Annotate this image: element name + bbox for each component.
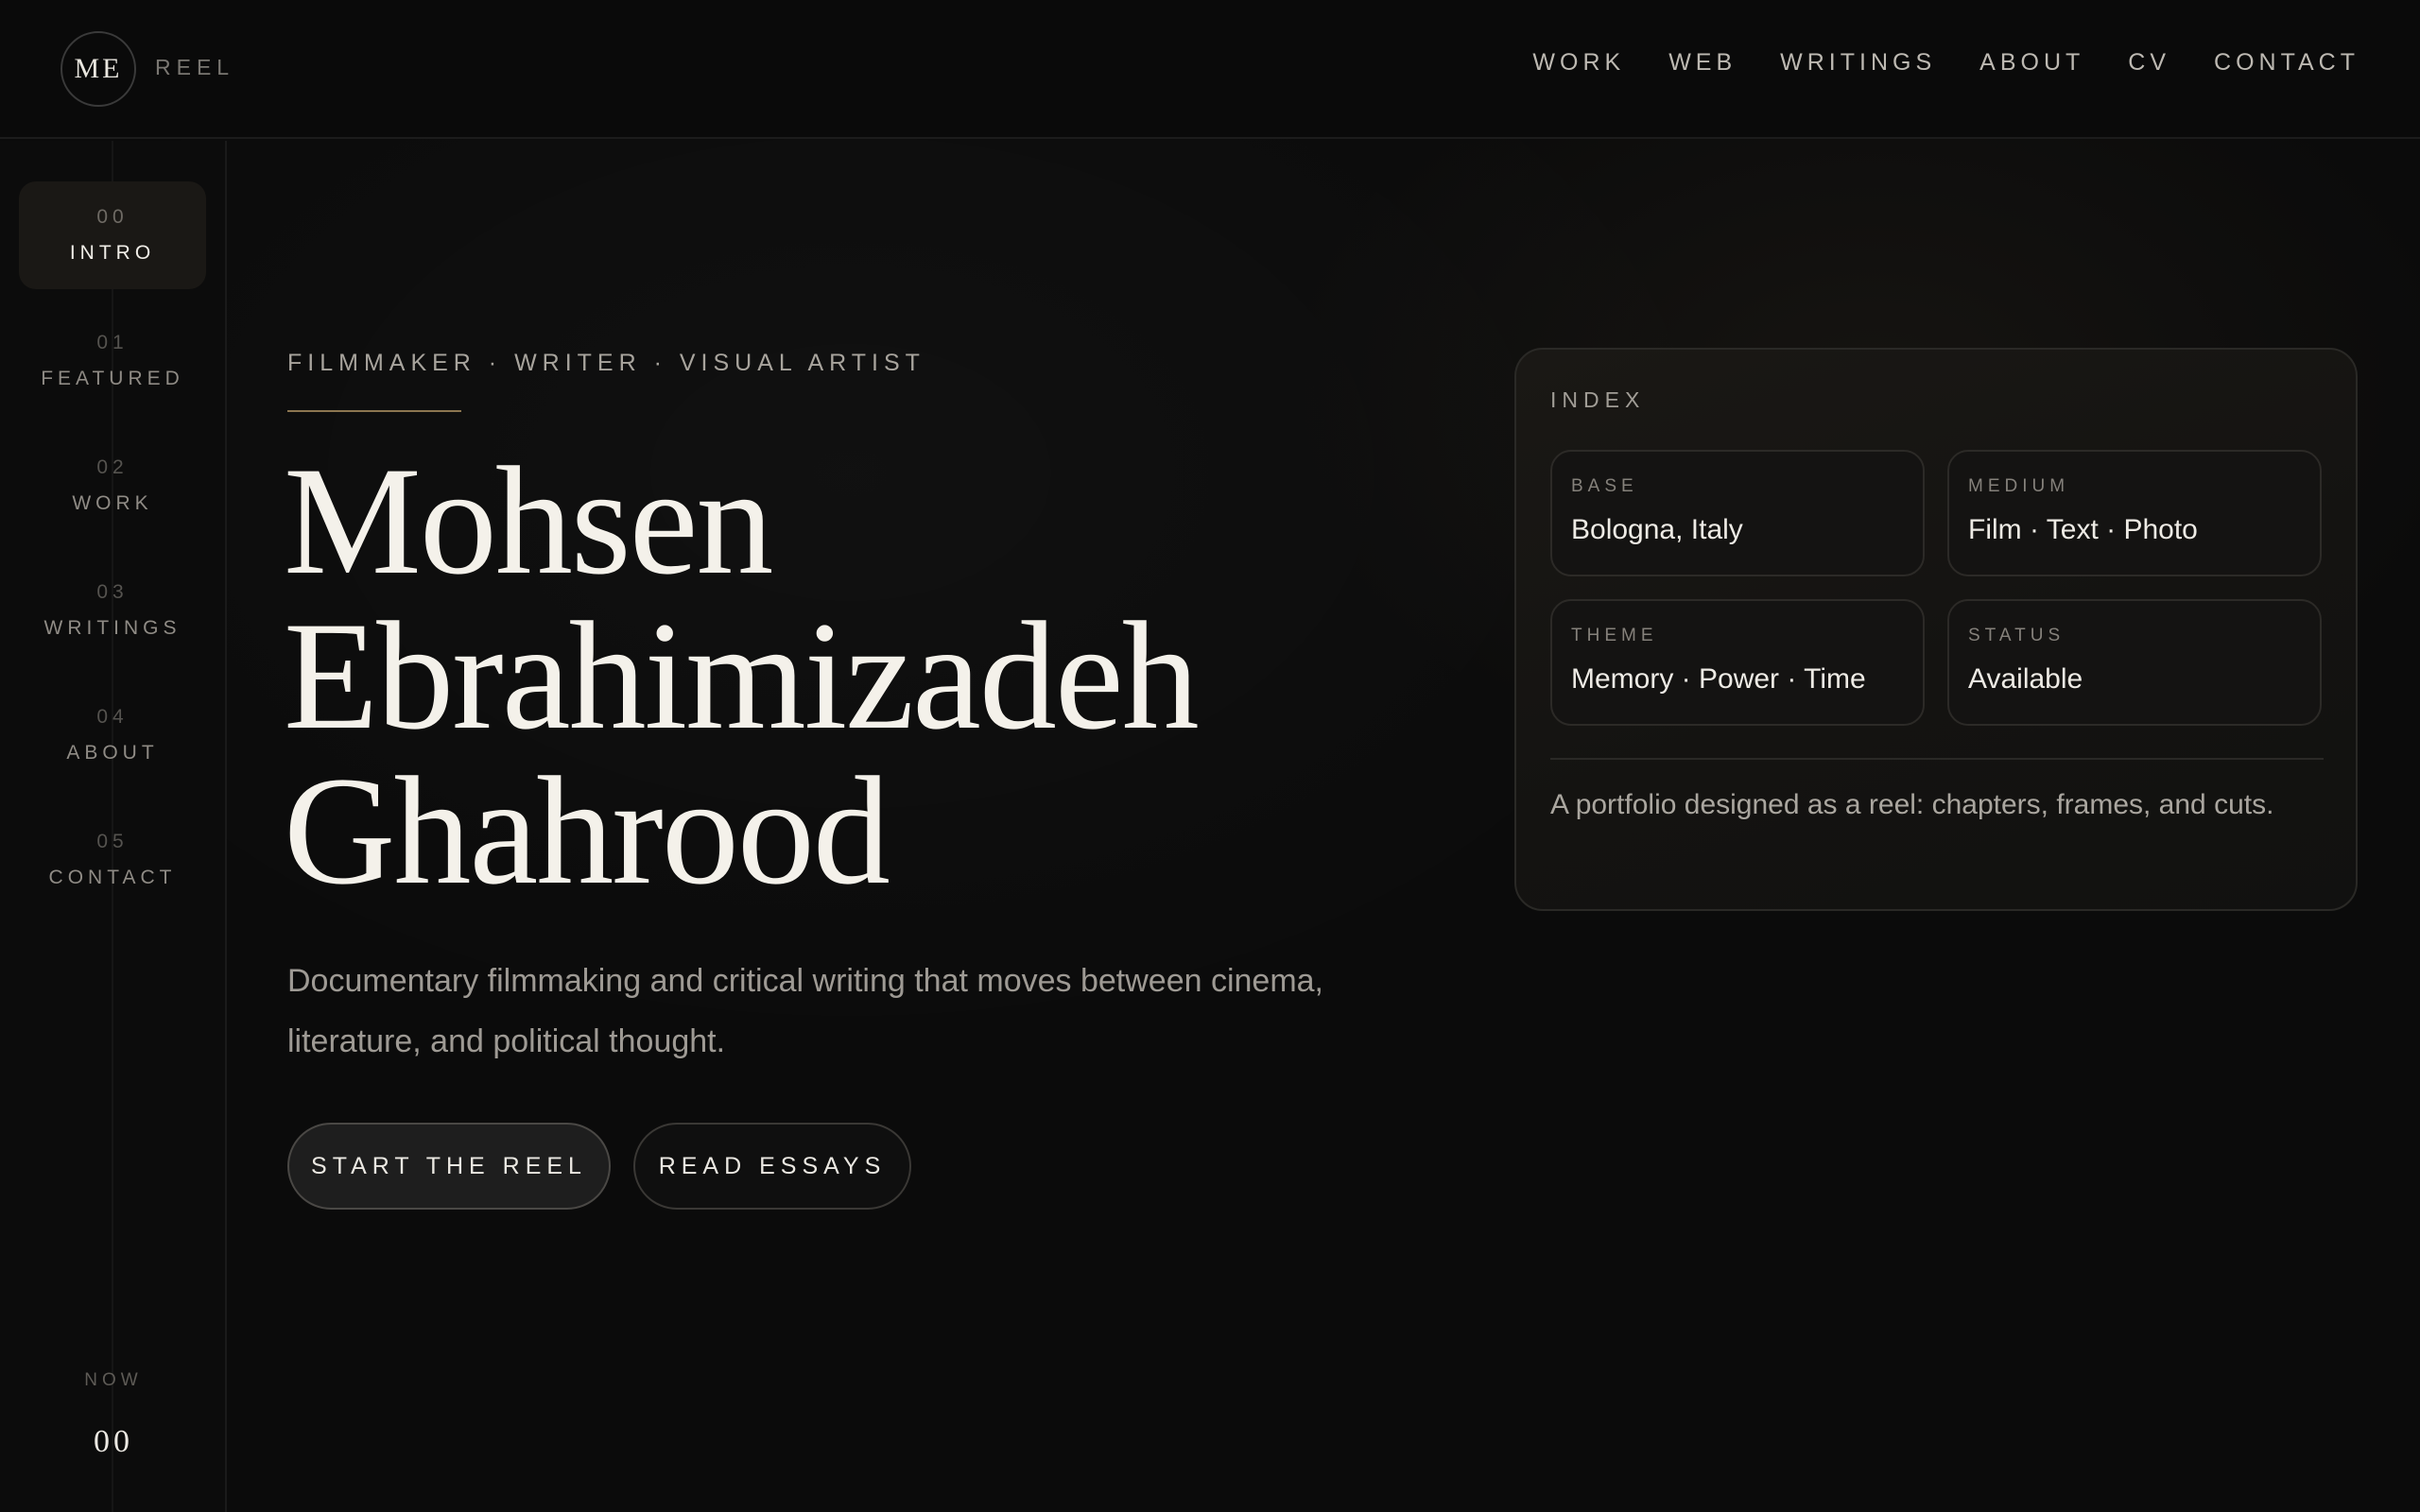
name-line-middle: Ebrahimizadeh — [284, 591, 1200, 762]
hero-kicker: FILMMAKER · WRITER · VISUAL ARTIST — [287, 350, 925, 376]
sidebar-item-number: 03 — [96, 581, 129, 603]
index-cell-theme: THEME Memory · Power · Time — [1550, 599, 1925, 726]
cell-value: Film · Text · Photo — [1968, 514, 2198, 545]
start-reel-button[interactable]: START THE REEL — [287, 1123, 611, 1210]
page: ME REEL WORK WEB WRITINGS ABOUT CV CONTA… — [0, 0, 2420, 1512]
now-label: NOW — [84, 1370, 143, 1390]
cell-value: Memory · Power · Time — [1571, 663, 1866, 695]
page-title: Mohsen Ebrahimizadeh Ghahrood — [284, 444, 1418, 909]
now-counter: 00 — [94, 1424, 133, 1459]
top-nav: WORK WEB WRITINGS ABOUT CV CONTACT — [1532, 49, 2360, 77]
sidebar-item-label: CONTACT — [48, 867, 177, 888]
logo-text[interactable]: REEL — [155, 55, 234, 80]
sidebar-item-number: 04 — [96, 706, 129, 728]
sidebar-item-number: 05 — [96, 831, 129, 852]
name-line-first: Mohsen — [284, 436, 773, 607]
sidebar-item-label: WRITINGS — [43, 617, 182, 639]
sidebar-item-number: 00 — [96, 206, 129, 228]
index-card: INDEX BASE Bologna, Italy MEDIUM Film · … — [1514, 348, 2358, 911]
kicker-accent-rule — [287, 410, 461, 412]
sidebar-item-label: WORK — [72, 492, 153, 514]
logo-mark[interactable]: ME — [60, 31, 136, 107]
nav-link-writings[interactable]: WRITINGS — [1780, 49, 1936, 77]
index-card-note: A portfolio designed as a reel: chapters… — [1550, 789, 2274, 820]
sidebar-item-label: INTRO — [69, 242, 156, 264]
sidebar-item-work[interactable]: 02 WORK — [19, 432, 206, 540]
read-essays-button[interactable]: READ ESSAYS — [633, 1123, 911, 1210]
nav-link-web[interactable]: WEB — [1668, 49, 1737, 77]
chapter-sidebar: 00 INTRO 01 FEATURED 02 WORK 03 WRITINGS… — [0, 141, 227, 1512]
cell-label: MEDIUM — [1968, 476, 2070, 496]
sidebar-item-intro[interactable]: 00 INTRO — [19, 181, 206, 289]
nav-link-contact[interactable]: CONTACT — [2214, 49, 2360, 77]
sidebar-item-label: ABOUT — [66, 742, 159, 764]
cell-value: Available — [1968, 663, 2083, 695]
nav-link-cv[interactable]: CV — [2128, 49, 2170, 77]
index-cell-base: BASE Bologna, Italy — [1550, 450, 1925, 576]
sidebar-item-contact[interactable]: 05 CONTACT — [19, 806, 206, 914]
sidebar-item-writings[interactable]: 03 WRITINGS — [19, 557, 206, 664]
sidebar-item-about[interactable]: 04 ABOUT — [19, 681, 206, 789]
sidebar-item-label: FEATURED — [41, 368, 184, 389]
index-cell-status: STATUS Available — [1947, 599, 2322, 726]
cell-label: BASE — [1571, 476, 1638, 496]
index-card-divider — [1550, 758, 2324, 760]
name-line-last: Ghahrood — [284, 746, 890, 917]
cell-label: THEME — [1571, 626, 1658, 645]
nav-link-work[interactable]: WORK — [1532, 49, 1625, 77]
nav-link-about[interactable]: ABOUT — [1979, 49, 2084, 77]
sidebar-item-featured[interactable]: 01 FEATURED — [19, 307, 206, 415]
cell-label: STATUS — [1968, 626, 2066, 645]
top-header: ME REEL WORK WEB WRITINGS ABOUT CV CONTA… — [0, 0, 2420, 139]
sidebar-item-number: 01 — [96, 332, 129, 353]
index-cell-medium: MEDIUM Film · Text · Photo — [1947, 450, 2322, 576]
hero-description: Documentary filmmaking and critical writ… — [287, 963, 1324, 1059]
cell-value: Bologna, Italy — [1571, 514, 1743, 545]
sidebar-item-number: 02 — [96, 456, 129, 478]
index-card-title: INDEX — [1550, 387, 1646, 412]
